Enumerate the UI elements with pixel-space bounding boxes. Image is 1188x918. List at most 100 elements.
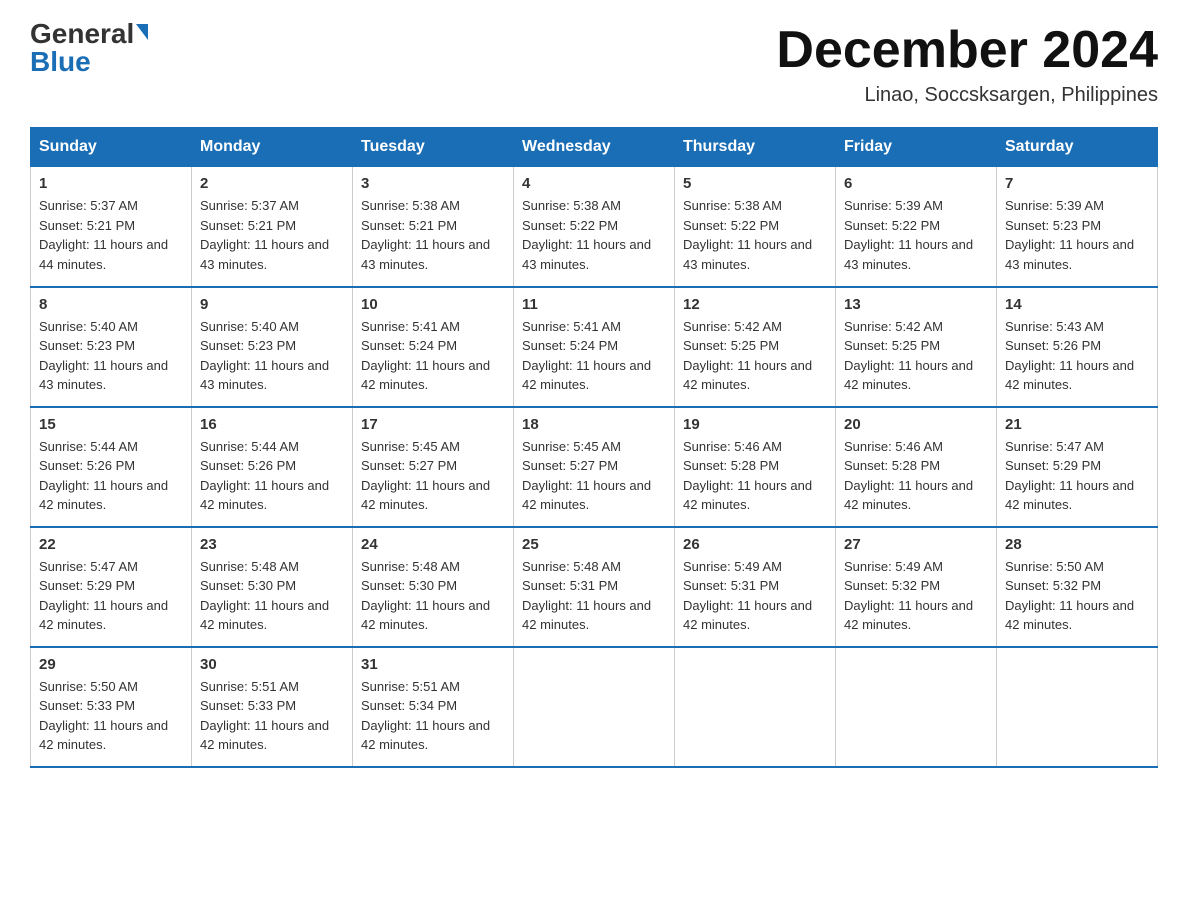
calendar-cell: 9 Sunrise: 5:40 AMSunset: 5:23 PMDayligh… (192, 287, 353, 407)
calendar-cell: 27 Sunrise: 5:49 AMSunset: 5:32 PMDaylig… (836, 527, 997, 647)
calendar-header-friday: Friday (836, 128, 997, 167)
day-info: Sunrise: 5:39 AMSunset: 5:22 PMDaylight:… (844, 196, 988, 274)
day-number: 9 (200, 296, 344, 313)
calendar-header-tuesday: Tuesday (353, 128, 514, 167)
day-number: 15 (39, 416, 183, 433)
calendar-cell: 22 Sunrise: 5:47 AMSunset: 5:29 PMDaylig… (31, 527, 192, 647)
calendar-cell: 11 Sunrise: 5:41 AMSunset: 5:24 PMDaylig… (514, 287, 675, 407)
calendar-cell: 3 Sunrise: 5:38 AMSunset: 5:21 PMDayligh… (353, 167, 514, 287)
calendar-cell: 1 Sunrise: 5:37 AMSunset: 5:21 PMDayligh… (31, 167, 192, 287)
calendar-week-row: 1 Sunrise: 5:37 AMSunset: 5:21 PMDayligh… (31, 167, 1158, 287)
calendar-cell: 18 Sunrise: 5:45 AMSunset: 5:27 PMDaylig… (514, 407, 675, 527)
logo-general-text: General (30, 20, 134, 48)
day-number: 11 (522, 296, 666, 313)
calendar-cell (836, 647, 997, 767)
calendar-cell (514, 647, 675, 767)
day-info: Sunrise: 5:43 AMSunset: 5:26 PMDaylight:… (1005, 317, 1149, 395)
calendar-week-row: 29 Sunrise: 5:50 AMSunset: 5:33 PMDaylig… (31, 647, 1158, 767)
day-info: Sunrise: 5:49 AMSunset: 5:31 PMDaylight:… (683, 557, 827, 635)
day-number: 3 (361, 175, 505, 192)
calendar-cell: 10 Sunrise: 5:41 AMSunset: 5:24 PMDaylig… (353, 287, 514, 407)
month-title: December 2024 (776, 20, 1158, 80)
calendar-cell: 31 Sunrise: 5:51 AMSunset: 5:34 PMDaylig… (353, 647, 514, 767)
day-info: Sunrise: 5:45 AMSunset: 5:27 PMDaylight:… (361, 437, 505, 515)
day-info: Sunrise: 5:48 AMSunset: 5:30 PMDaylight:… (361, 557, 505, 635)
day-number: 10 (361, 296, 505, 313)
day-number: 13 (844, 296, 988, 313)
day-number: 1 (39, 175, 183, 192)
calendar-header-monday: Monday (192, 128, 353, 167)
day-info: Sunrise: 5:47 AMSunset: 5:29 PMDaylight:… (1005, 437, 1149, 515)
day-number: 25 (522, 536, 666, 553)
logo: General Blue (30, 20, 148, 76)
logo-arrow-icon (136, 24, 148, 40)
day-info: Sunrise: 5:44 AMSunset: 5:26 PMDaylight:… (200, 437, 344, 515)
day-number: 6 (844, 175, 988, 192)
calendar-cell: 21 Sunrise: 5:47 AMSunset: 5:29 PMDaylig… (997, 407, 1158, 527)
day-info: Sunrise: 5:48 AMSunset: 5:31 PMDaylight:… (522, 557, 666, 635)
day-info: Sunrise: 5:46 AMSunset: 5:28 PMDaylight:… (683, 437, 827, 515)
day-info: Sunrise: 5:50 AMSunset: 5:33 PMDaylight:… (39, 677, 183, 755)
calendar-cell: 24 Sunrise: 5:48 AMSunset: 5:30 PMDaylig… (353, 527, 514, 647)
day-info: Sunrise: 5:40 AMSunset: 5:23 PMDaylight:… (200, 317, 344, 395)
day-info: Sunrise: 5:51 AMSunset: 5:33 PMDaylight:… (200, 677, 344, 755)
location-text: Linao, Soccsksargen, Philippines (776, 84, 1158, 107)
calendar-cell: 26 Sunrise: 5:49 AMSunset: 5:31 PMDaylig… (675, 527, 836, 647)
calendar-week-row: 8 Sunrise: 5:40 AMSunset: 5:23 PMDayligh… (31, 287, 1158, 407)
day-info: Sunrise: 5:38 AMSunset: 5:21 PMDaylight:… (361, 196, 505, 274)
day-number: 31 (361, 656, 505, 673)
calendar-cell: 16 Sunrise: 5:44 AMSunset: 5:26 PMDaylig… (192, 407, 353, 527)
calendar-cell: 30 Sunrise: 5:51 AMSunset: 5:33 PMDaylig… (192, 647, 353, 767)
calendar-table: SundayMondayTuesdayWednesdayThursdayFrid… (30, 127, 1158, 768)
calendar-cell: 7 Sunrise: 5:39 AMSunset: 5:23 PMDayligh… (997, 167, 1158, 287)
calendar-header-thursday: Thursday (675, 128, 836, 167)
calendar-cell: 23 Sunrise: 5:48 AMSunset: 5:30 PMDaylig… (192, 527, 353, 647)
day-number: 27 (844, 536, 988, 553)
day-number: 24 (361, 536, 505, 553)
day-number: 21 (1005, 416, 1149, 433)
day-number: 30 (200, 656, 344, 673)
day-info: Sunrise: 5:50 AMSunset: 5:32 PMDaylight:… (1005, 557, 1149, 635)
day-info: Sunrise: 5:42 AMSunset: 5:25 PMDaylight:… (683, 317, 827, 395)
day-number: 23 (200, 536, 344, 553)
calendar-cell: 4 Sunrise: 5:38 AMSunset: 5:22 PMDayligh… (514, 167, 675, 287)
day-number: 26 (683, 536, 827, 553)
calendar-cell: 13 Sunrise: 5:42 AMSunset: 5:25 PMDaylig… (836, 287, 997, 407)
day-info: Sunrise: 5:38 AMSunset: 5:22 PMDaylight:… (522, 196, 666, 274)
day-info: Sunrise: 5:49 AMSunset: 5:32 PMDaylight:… (844, 557, 988, 635)
day-info: Sunrise: 5:41 AMSunset: 5:24 PMDaylight:… (522, 317, 666, 395)
day-number: 5 (683, 175, 827, 192)
calendar-week-row: 15 Sunrise: 5:44 AMSunset: 5:26 PMDaylig… (31, 407, 1158, 527)
calendar-cell: 14 Sunrise: 5:43 AMSunset: 5:26 PMDaylig… (997, 287, 1158, 407)
day-number: 12 (683, 296, 827, 313)
day-info: Sunrise: 5:47 AMSunset: 5:29 PMDaylight:… (39, 557, 183, 635)
day-number: 29 (39, 656, 183, 673)
day-info: Sunrise: 5:37 AMSunset: 5:21 PMDaylight:… (200, 196, 344, 274)
day-number: 17 (361, 416, 505, 433)
day-info: Sunrise: 5:40 AMSunset: 5:23 PMDaylight:… (39, 317, 183, 395)
day-info: Sunrise: 5:51 AMSunset: 5:34 PMDaylight:… (361, 677, 505, 755)
day-number: 8 (39, 296, 183, 313)
day-info: Sunrise: 5:41 AMSunset: 5:24 PMDaylight:… (361, 317, 505, 395)
calendar-cell: 2 Sunrise: 5:37 AMSunset: 5:21 PMDayligh… (192, 167, 353, 287)
day-info: Sunrise: 5:42 AMSunset: 5:25 PMDaylight:… (844, 317, 988, 395)
calendar-cell: 25 Sunrise: 5:48 AMSunset: 5:31 PMDaylig… (514, 527, 675, 647)
day-info: Sunrise: 5:48 AMSunset: 5:30 PMDaylight:… (200, 557, 344, 635)
day-number: 2 (200, 175, 344, 192)
day-info: Sunrise: 5:37 AMSunset: 5:21 PMDaylight:… (39, 196, 183, 274)
calendar-cell: 12 Sunrise: 5:42 AMSunset: 5:25 PMDaylig… (675, 287, 836, 407)
calendar-cell: 17 Sunrise: 5:45 AMSunset: 5:27 PMDaylig… (353, 407, 514, 527)
day-number: 7 (1005, 175, 1149, 192)
calendar-cell: 15 Sunrise: 5:44 AMSunset: 5:26 PMDaylig… (31, 407, 192, 527)
calendar-cell: 28 Sunrise: 5:50 AMSunset: 5:32 PMDaylig… (997, 527, 1158, 647)
calendar-cell: 8 Sunrise: 5:40 AMSunset: 5:23 PMDayligh… (31, 287, 192, 407)
calendar-header-sunday: Sunday (31, 128, 192, 167)
day-info: Sunrise: 5:39 AMSunset: 5:23 PMDaylight:… (1005, 196, 1149, 274)
calendar-header-row: SundayMondayTuesdayWednesdayThursdayFrid… (31, 128, 1158, 167)
calendar-header-wednesday: Wednesday (514, 128, 675, 167)
calendar-header-saturday: Saturday (997, 128, 1158, 167)
calendar-cell: 6 Sunrise: 5:39 AMSunset: 5:22 PMDayligh… (836, 167, 997, 287)
calendar-week-row: 22 Sunrise: 5:47 AMSunset: 5:29 PMDaylig… (31, 527, 1158, 647)
day-info: Sunrise: 5:46 AMSunset: 5:28 PMDaylight:… (844, 437, 988, 515)
day-number: 14 (1005, 296, 1149, 313)
